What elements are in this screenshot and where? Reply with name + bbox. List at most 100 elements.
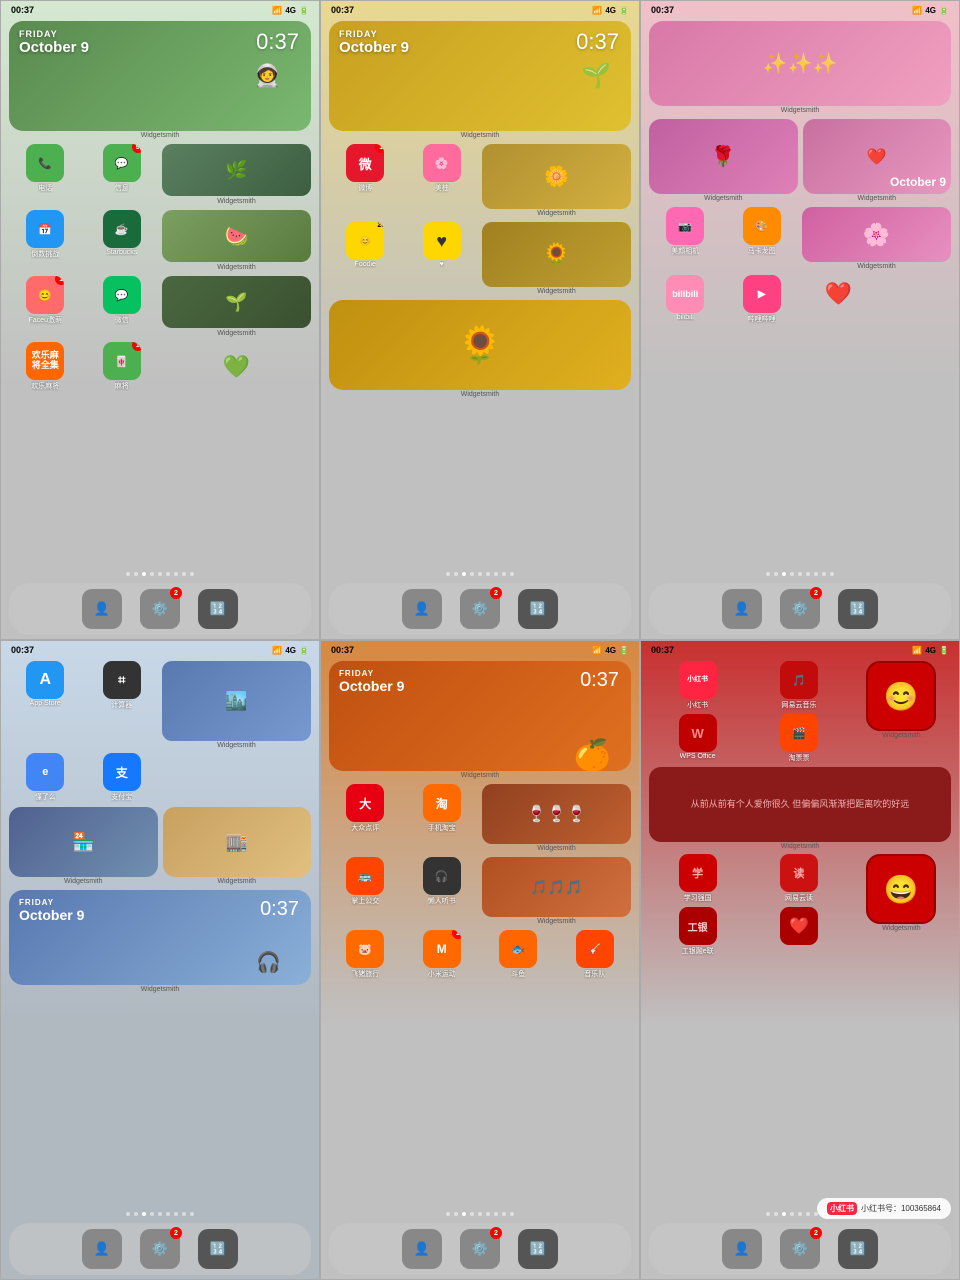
widget-orange-clock: 0:37 FRIDAY October 9 🍊 Widgetsmith: [329, 661, 631, 779]
dock-contacts-5[interactable]: 👤: [402, 1229, 442, 1269]
app-xiaohongshu[interactable]: 小红书 小红书: [649, 661, 746, 710]
app-taopiaopiao[interactable]: 🎬 淘票票: [750, 714, 847, 763]
dock-4: 👤 ⚙️2 🔢: [9, 1223, 311, 1275]
app-feizhu[interactable]: 🐷 飞猪旅行: [329, 930, 402, 979]
status-bar-2: 00:37 📶 4G 🔋: [321, 1, 639, 17]
dock-contacts-2[interactable]: 👤: [402, 589, 442, 629]
app-icbc[interactable]: 工银 工银融e联: [649, 907, 746, 956]
phone-3: 00:37 📶 4G 🔋 ✨✨✨ Widgetsmith 🌹 Widgetsmi…: [640, 0, 960, 640]
dock-settings-5[interactable]: ⚙️2: [460, 1229, 500, 1269]
app-dianping[interactable]: 大 大众点评: [329, 784, 402, 852]
app-calc-blue[interactable]: ⌗ 计算器: [86, 661, 159, 749]
app-phone[interactable]: 📞 电话: [9, 144, 82, 205]
widget-red-text: 从前从前有个人爱你很久 但偏偏风渐渐把距离吹的好远 Widgetsmith: [649, 767, 951, 850]
time-4: 00:37: [11, 645, 34, 655]
widget-pink-sparkle: ✨✨✨ Widgetsmith: [649, 21, 951, 114]
app-weibo[interactable]: 微 1 微博: [329, 144, 402, 217]
app-grid-pink: 📷 美颜相机 🎨 马卡龙图 🌸 Widgetsmith: [649, 207, 951, 270]
app-grid-row4: 欢乐麻将全集 欢乐麻将 🀄 1 麻将 💚: [9, 342, 311, 391]
app-taobao[interactable]: 淘 手机淘宝: [406, 784, 479, 852]
status-bar-1: 00:37 📶 4G 🔋: [1, 1, 319, 17]
widget-sunflower: 🌻 Widgetsmith: [329, 300, 631, 398]
app-grid-orange3: 🐷 飞猪旅行 M 1 小米运动 🐟 斗鱼 🎸 音乐队: [329, 930, 631, 979]
app-douyu[interactable]: 🐟 斗鱼: [482, 930, 555, 979]
dock-settings-3[interactable]: ⚙️2: [780, 589, 820, 629]
page-dots-2: [321, 569, 639, 579]
dock-calc-2[interactable]: 🔢: [518, 589, 558, 629]
app-bilibili[interactable]: bilibili bilibili: [649, 275, 722, 324]
app-appstore[interactable]: A App Store: [9, 661, 82, 749]
red-top-row: 小红书 小红书 🎵 网易云音乐 W WPS Office 🎬 淘票票 😊: [649, 661, 951, 763]
app-starbucks[interactable]: ☕ Starbucks: [86, 210, 159, 271]
app-wechat[interactable]: 💬 微信: [86, 276, 159, 337]
app-beauty-cam[interactable]: 📷 美颜相机: [649, 207, 722, 270]
app-xiaomi[interactable]: M 1 小米运动: [406, 930, 479, 979]
app-lanren[interactable]: 🎧 懒人听书: [406, 857, 479, 925]
widget-row-blue: 🏪 Widgetsmith 🏬 Widgetsmith: [9, 807, 311, 885]
phone-4: 00:37 📶 4G 🔋 A App Store ⌗ 计算器 🏙️ Widget…: [0, 640, 320, 1280]
dock-calc[interactable]: 🔢: [198, 589, 238, 629]
phone-5: 00:37 📶 4G 🔋 0:37 FRIDAY October 9 🍊 Wid…: [320, 640, 640, 1280]
status-bar-5: 00:37 📶 4G 🔋: [321, 641, 639, 657]
app-mahjong[interactable]: 欢乐麻将全集 欢乐麻将: [9, 342, 82, 391]
dock-calc-3[interactable]: 🔢: [838, 589, 878, 629]
app-macaron[interactable]: 🎨 马卡龙图: [726, 207, 799, 270]
app-heart-yellow[interactable]: ♥ ♥: [406, 222, 479, 295]
app-grid-pink2: bilibili bilibili ▶ 哔哩哔哩 ❤️: [649, 275, 951, 324]
app-message[interactable]: 💬 9 信息: [86, 144, 159, 205]
dock-settings-2[interactable]: ⚙️2: [460, 589, 500, 629]
app-foodie[interactable]: 😊 20 Foodie: [329, 222, 402, 295]
dock-settings-4[interactable]: ⚙️2: [140, 1229, 180, 1269]
time-6: 00:37: [651, 645, 674, 655]
dock-calc-6[interactable]: 🔢: [838, 1229, 878, 1269]
widget-watermelon: 🍉 Widgetsmith: [162, 210, 311, 271]
app-netease-music[interactable]: 🎵 网易云音乐: [750, 661, 847, 710]
page-dots-5: [321, 1209, 639, 1219]
page-dots-4: [1, 1209, 319, 1219]
dock-2: 👤 ⚙️2 🔢: [329, 583, 631, 635]
app-wps[interactable]: W WPS Office: [649, 714, 746, 763]
dock-settings[interactable]: ⚙️2: [140, 589, 180, 629]
widget-green-plant: 🌱 Widgetsmith: [162, 276, 311, 337]
widget-yellow-clock: 0:37 FRIDAY October 9 🌱: [329, 21, 631, 131]
phone-2: 00:37 📶 4G 🔋 0:37 FRIDAY October 9 🌱 Wid…: [320, 0, 640, 640]
dock-contacts-3[interactable]: 👤: [722, 589, 762, 629]
page-dots-3: [641, 569, 959, 579]
app-grid-row1: 📞 电话 💬 9 信息 🌿 Widgetsmith: [9, 144, 311, 205]
app-heart-green[interactable]: 💚: [162, 342, 311, 391]
page-dots-1: [1, 569, 319, 579]
app-mahjong2[interactable]: 🀄 1 麻将: [86, 342, 159, 391]
app-countdown[interactable]: 📅 倒数挑战: [9, 210, 82, 271]
app-heart-red[interactable]: ❤️: [750, 907, 847, 956]
red-bottom-row: 学 学习强国 读 网易云读 工银 工银融e联 ❤️ 😄 Widgetsmith: [649, 854, 951, 956]
app-meiyou[interactable]: 🌸 美柚: [406, 144, 479, 217]
app-grid-orange1: 大 大众点评 淘 手机淘宝 🍷🍷🍷 Widgetsmith: [329, 784, 631, 852]
app-bilibilialt[interactable]: ▶ 哔哩哔哩: [726, 275, 799, 324]
app-netease-read[interactable]: 读 网易云读: [750, 854, 847, 903]
app-dongliaoyo[interactable]: e 懂了么: [9, 753, 82, 802]
dock-calc-5[interactable]: 🔢: [518, 1229, 558, 1269]
dock-settings-6[interactable]: ⚙️2: [780, 1229, 820, 1269]
signal-1: 📶: [272, 6, 282, 15]
watermark: 小红书 小红书号：100365864: [817, 1198, 951, 1219]
app-xuexi[interactable]: 学 学习强国: [649, 854, 746, 903]
dock-contacts-6[interactable]: 👤: [722, 1229, 762, 1269]
dock-contacts-4[interactable]: 👤: [82, 1229, 122, 1269]
app-band[interactable]: 🎸 音乐队: [559, 930, 632, 979]
app-grid-row2: 📅 倒数挑战 ☕ Starbucks 🍉 Widgetsmith: [9, 210, 311, 271]
app-grid-blue1: A App Store ⌗ 计算器 🏙️ Widgetsmith e 懂了么 支…: [9, 661, 311, 802]
widget-row-pink: 🌹 Widgetsmith October 9 ❤️ Widgetsmith: [649, 119, 951, 202]
app-alipay[interactable]: 支 支付宝: [86, 753, 159, 802]
dock-5: 👤 ⚙️2 🔢: [329, 1223, 631, 1275]
phone-1: 00:37 📶 4G 🔋 0:37 FRIDAY October 9 🧑‍🚀 W…: [0, 0, 320, 640]
dock-1: 👤 ⚙️2 🔢: [9, 583, 311, 635]
time-2: 00:37: [331, 5, 354, 15]
app-bus[interactable]: 🚌 掌上公交: [329, 857, 402, 925]
dock-calc-4[interactable]: 🔢: [198, 1229, 238, 1269]
time-1: 00:37: [11, 5, 34, 15]
status-bar-6: 00:37 📶 4G 🔋: [641, 641, 959, 657]
app-heart-pink[interactable]: ❤️: [802, 275, 875, 324]
app-grid-y1: 微 1 微博 🌸 美柚 🌼 Widgetsmith: [329, 144, 631, 217]
app-faceu[interactable]: 😊 1 Faceu激萌: [9, 276, 82, 337]
dock-contacts[interactable]: 👤: [82, 589, 122, 629]
